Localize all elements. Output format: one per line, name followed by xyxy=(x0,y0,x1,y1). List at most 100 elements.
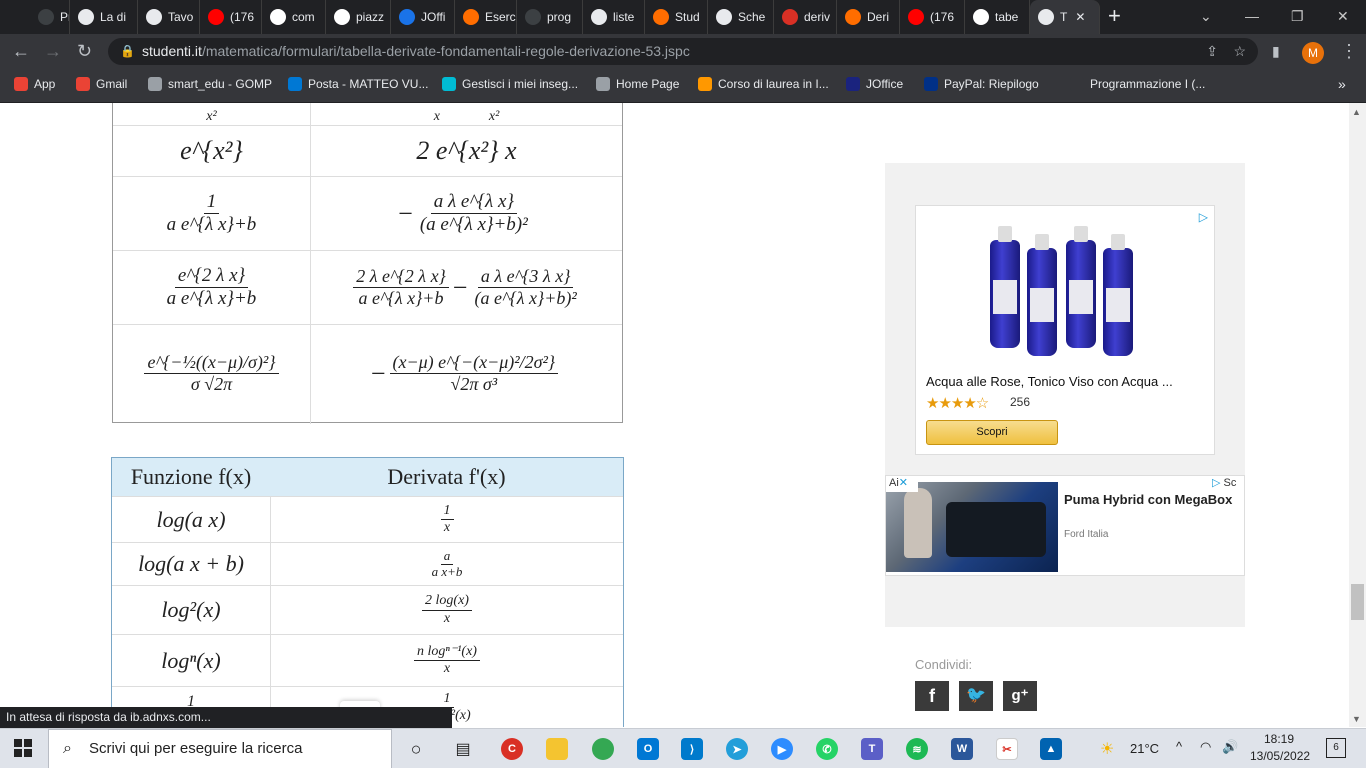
taskbar-search-box[interactable]: ⌕ Scrivi qui per eseguire la ricerca xyxy=(48,729,392,768)
bookmark-item[interactable]: PayPal: Riepilogo xyxy=(924,77,1039,91)
exponential-derivatives-table: x² x x² e^{x²} 2 e^{x²} x 1a e^{λ x}+b −… xyxy=(112,103,623,424)
tab-label: JOffi xyxy=(421,10,446,24)
tab-8[interactable]: prog xyxy=(517,0,583,34)
tab-6[interactable]: JOffi xyxy=(391,0,455,34)
new-tab-button[interactable]: + xyxy=(1108,5,1121,27)
maximize-button[interactable]: ❐ xyxy=(1291,8,1304,25)
page-scrollbar[interactable] xyxy=(1349,103,1366,727)
scroll-down-icon[interactable]: ▼ xyxy=(1352,714,1361,724)
globe-icon xyxy=(716,9,732,25)
bookmark-item[interactable]: Posta - MATTEO VU... xyxy=(288,77,428,91)
telegram-icon[interactable]: ➤ xyxy=(726,738,748,760)
ad-card-ford[interactable]: Ai✕ ▷ Sc Puma Hybrid con MegaBox Ford It… xyxy=(885,475,1245,576)
close-window-button[interactable]: ✕ xyxy=(1337,8,1349,25)
tab-label: piazz xyxy=(356,10,385,24)
ad-title[interactable]: Puma Hybrid con MegaBox xyxy=(1064,492,1232,507)
tab-2[interactable]: Tavo xyxy=(138,0,200,34)
photos-icon[interactable]: ▲ xyxy=(1040,738,1062,760)
back-button[interactable]: ← xyxy=(12,40,30,62)
forward-button[interactable]: → xyxy=(44,40,62,62)
bookmark-star-icon[interactable]: ☆ xyxy=(1233,38,1246,65)
bookmark-label: JOffice xyxy=(866,77,904,91)
teams-icon[interactable]: T xyxy=(861,738,883,760)
tab-11[interactable]: Sche xyxy=(708,0,774,34)
tab-3[interactable]: (176 xyxy=(200,0,262,34)
bookmark-item[interactable]: Gestisci i miei inseg... xyxy=(442,77,578,91)
tab-search-icon[interactable]: ⌄ xyxy=(1200,8,1212,25)
clock-time[interactable]: 18:19 xyxy=(1264,732,1294,746)
tab-7[interactable]: Eserc xyxy=(455,0,517,34)
bookmark-item[interactable]: smart_edu - GOMP xyxy=(148,77,272,91)
snipping-tool-icon[interactable]: ✂ xyxy=(996,738,1018,760)
ad-badge-right[interactable]: ▷ Sc xyxy=(1212,476,1244,492)
avatar[interactable]: M xyxy=(1302,42,1324,64)
function-cell: log(a x + b) xyxy=(138,551,244,576)
vscode-icon[interactable]: ⟩ xyxy=(681,738,703,760)
ad-badge-text: Sc xyxy=(1223,477,1237,489)
more-bookmarks-icon[interactable]: » xyxy=(1338,76,1346,92)
tray-overflow-icon[interactable]: ^ xyxy=(1176,739,1182,754)
scroll-up-icon[interactable]: ▲ xyxy=(1352,107,1361,117)
side-panel-icon[interactable]: ▮ xyxy=(1272,40,1280,62)
derivative-cell: n logⁿ⁻¹(x) x xyxy=(271,635,623,686)
share-icon[interactable]: ⇪ xyxy=(1206,38,1218,65)
google-plus-share-button[interactable]: g⁺ xyxy=(1003,681,1037,711)
weather-icon[interactable]: ☀ xyxy=(1100,739,1114,759)
zoom-icon[interactable]: ▶ xyxy=(771,738,793,760)
function-cell: e^{−½((x−μ)/σ)²} σ √2π xyxy=(113,325,310,422)
bookmark-label: Programmazione I (... xyxy=(1090,77,1206,91)
tab-label: La di xyxy=(100,10,127,24)
cortana-icon[interactable]: ○ xyxy=(405,738,427,760)
discover-button[interactable]: Scopri xyxy=(926,420,1058,445)
tab-1[interactable]: La di xyxy=(70,0,138,34)
outlook-icon[interactable]: O xyxy=(637,738,659,760)
facebook-share-button[interactable]: f xyxy=(915,681,949,711)
ad-card-rose-water[interactable]: ▷ Acqua alle Rose, Tonico Viso con Acqua… xyxy=(915,205,1215,455)
bookmark-label: smart_edu - GOMP xyxy=(168,77,273,91)
tab-label: prog xyxy=(547,10,572,24)
tab-5[interactable]: piazz xyxy=(326,0,391,34)
tab-13[interactable]: Deri xyxy=(837,0,900,34)
bookmark-item[interactable]: JOffice xyxy=(846,77,903,91)
adchoices-icon[interactable]: ▷ xyxy=(1199,210,1208,224)
tab-10[interactable]: Stud xyxy=(645,0,708,34)
wifi-icon[interactable]: ◠ xyxy=(1200,739,1211,755)
tab-12[interactable]: deriv xyxy=(774,0,837,34)
temperature[interactable]: 21°C xyxy=(1130,741,1159,756)
tab-0[interactable]: Prov xyxy=(30,0,70,34)
bookmark-item[interactable]: Programmazione I (... xyxy=(1070,77,1205,91)
task-view-icon[interactable]: ▤ xyxy=(452,738,474,760)
whatsapp-icon[interactable]: ✆ xyxy=(816,738,838,760)
bookmark-item[interactable]: Gmail xyxy=(76,77,127,91)
close-tab-icon[interactable]: ✕ xyxy=(1075,10,1085,24)
bookmark-item[interactable]: Corso di laurea in I... xyxy=(698,77,829,91)
notifications-icon[interactable]: 6 xyxy=(1326,738,1346,758)
windows-start-icon[interactable] xyxy=(14,739,32,757)
minimize-button[interactable]: — xyxy=(1245,8,1259,24)
tab-14[interactable]: (176 xyxy=(900,0,965,34)
twitter-share-button[interactable]: 🐦 xyxy=(959,681,993,711)
tab-15[interactable]: tabe xyxy=(965,0,1030,34)
ad-title[interactable]: Acqua alle Rose, Tonico Viso con Acqua .… xyxy=(926,374,1206,389)
address-bar[interactable]: 🔒 studenti.it/matematica/formulari/tabel… xyxy=(108,38,1258,65)
scrollbar-thumb[interactable] xyxy=(1351,584,1364,620)
spotify-icon[interactable]: ≋ xyxy=(906,738,928,760)
tab-16[interactable]: T ✕ xyxy=(1030,0,1100,34)
tab-9[interactable]: liste xyxy=(583,0,645,34)
bookmark-item[interactable]: App xyxy=(14,77,55,91)
bookmark-item[interactable]: Home Page xyxy=(596,77,679,91)
bookmark-label: Posta - MATTEO VU... xyxy=(308,77,429,91)
adchoices-icon[interactable]: ▷ xyxy=(1212,477,1220,489)
close-icon[interactable]: ✕ xyxy=(899,477,908,489)
reload-button[interactable]: ↻ xyxy=(77,40,92,62)
globe-icon xyxy=(78,9,94,25)
clock-date[interactable]: 13/05/2022 xyxy=(1250,749,1310,763)
volume-icon[interactable]: 🔊 xyxy=(1222,739,1238,755)
file-explorer-icon[interactable] xyxy=(546,738,568,760)
tab-4[interactable]: com xyxy=(262,0,326,34)
chrome-icon[interactable] xyxy=(592,738,614,760)
word-icon[interactable]: W xyxy=(951,738,973,760)
devcpp-icon[interactable]: C xyxy=(501,738,523,760)
unipd-icon xyxy=(782,9,798,25)
menu-icon[interactable]: ⋮ xyxy=(1340,40,1358,62)
